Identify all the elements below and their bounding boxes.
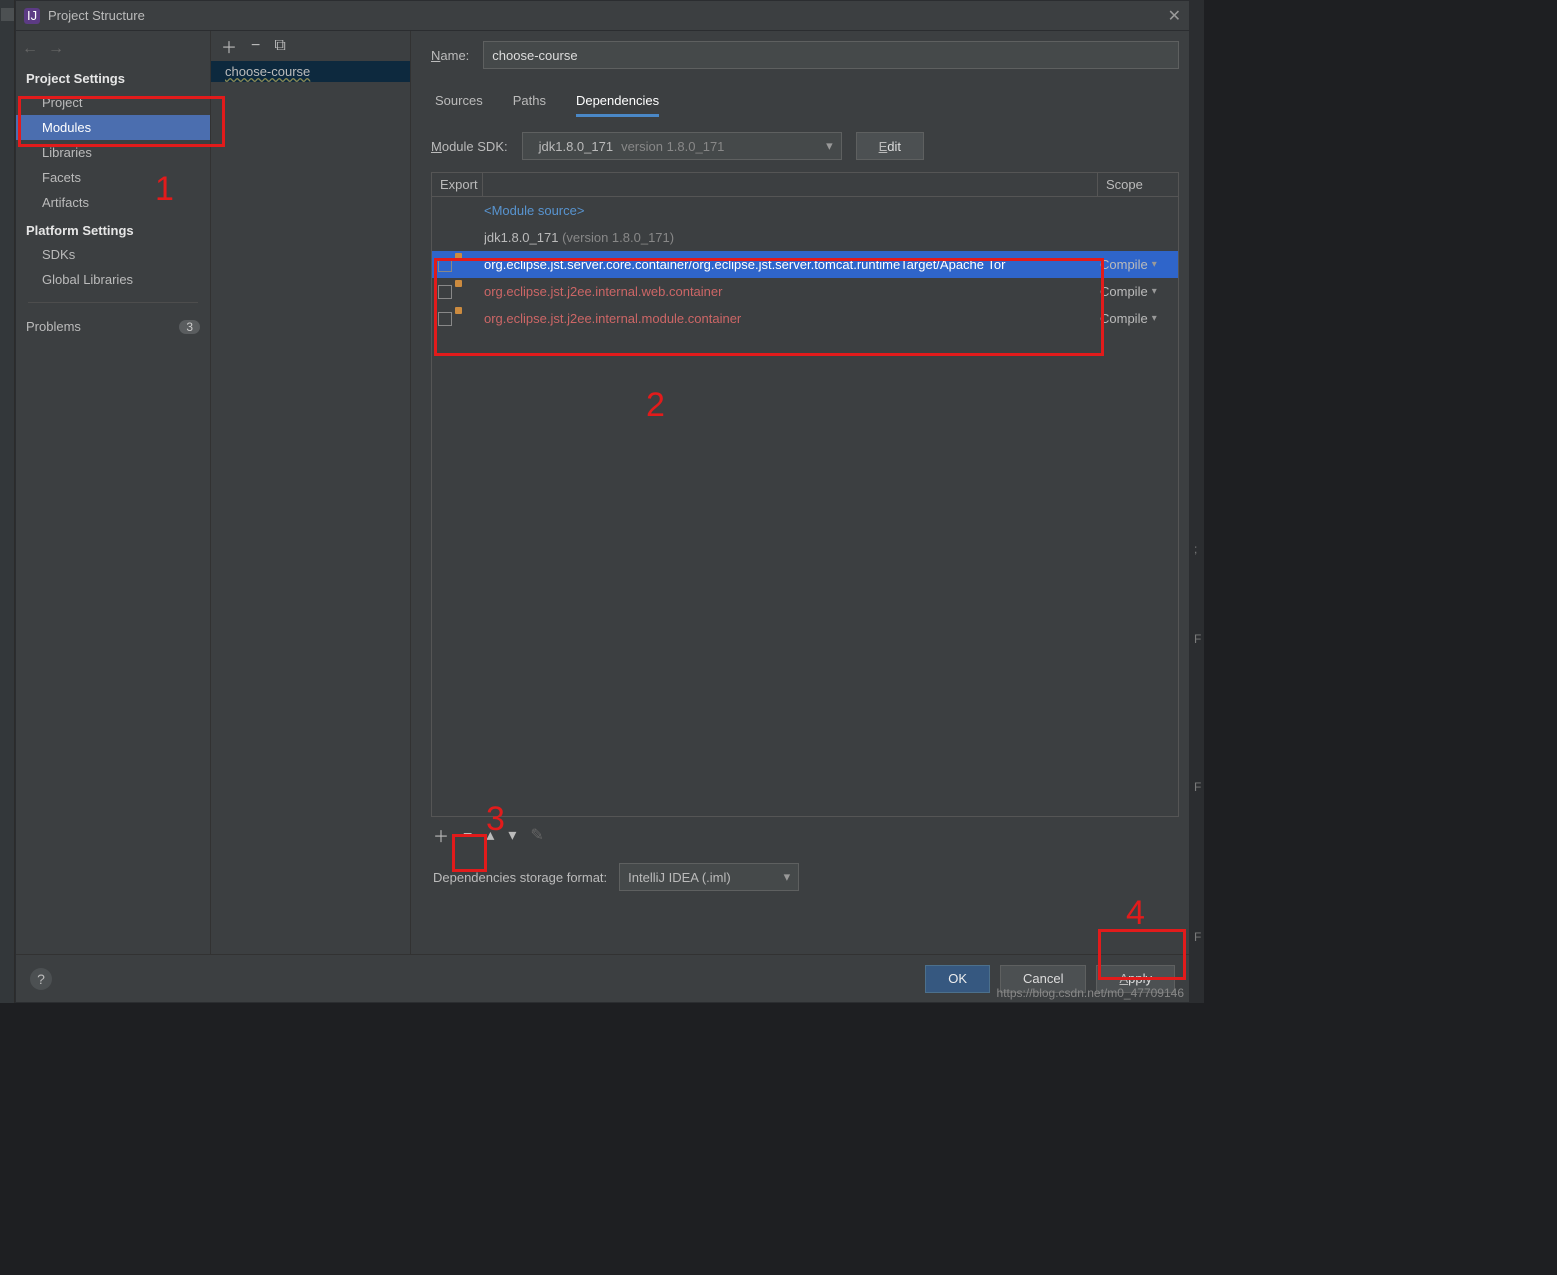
window-title: Project Structure [48, 8, 145, 23]
export-checkbox[interactable] [438, 258, 452, 272]
scope-cell[interactable]: Compile▾ [1096, 311, 1178, 326]
watermark: https://blog.csdn.net/m0_47709146 [997, 986, 1184, 1000]
library-icon [460, 258, 476, 272]
remove-module-icon[interactable]: − [251, 37, 260, 55]
sidebar-item-problems[interactable]: Problems 3 [16, 313, 210, 340]
problems-count-badge: 3 [179, 320, 200, 334]
dependencies-header: Export Scope [431, 172, 1179, 197]
dep-row-tomcat[interactable]: org.eclipse.jst.server.core.container/or… [432, 251, 1178, 278]
problems-label: Problems [26, 319, 81, 334]
storage-format-combo[interactable]: IntelliJ IDEA (.iml) ▾ [619, 863, 799, 891]
add-dep-icon[interactable]: ＋ [433, 823, 449, 847]
scope-cell[interactable]: Compile▾ [1096, 284, 1178, 299]
name-input[interactable] [483, 41, 1179, 69]
sidebar: ← → Project Settings Project Modules Lib… [16, 31, 211, 954]
library-icon [460, 285, 476, 299]
main-panel: Name: Sources Paths Dependencies Module … [411, 31, 1189, 954]
dep-text: org.eclipse.jst.j2ee.internal.module.con… [484, 311, 1088, 326]
dep-row-web-container[interactable]: org.eclipse.jst.j2ee.internal.web.contai… [432, 278, 1178, 305]
export-checkbox[interactable] [438, 285, 452, 299]
copy-module-icon[interactable]: ⧉ [274, 37, 285, 55]
folder-icon [460, 204, 476, 218]
tab-dependencies[interactable]: Dependencies [576, 87, 659, 117]
dep-row-jdk[interactable]: jdk1.8.0_171 (version 1.8.0_171) [432, 224, 1178, 251]
tabs: Sources Paths Dependencies [431, 87, 1179, 118]
sidebar-item-artifacts[interactable]: Artifacts [16, 190, 210, 215]
move-up-icon[interactable]: ▴ [486, 825, 494, 845]
module-name: choose-course [225, 64, 310, 79]
dep-text: org.eclipse.jst.j2ee.internal.web.contai… [484, 284, 1088, 299]
sidebar-item-facets[interactable]: Facets [16, 165, 210, 190]
nav-arrows: ← → [16, 35, 210, 63]
sdk-name: jdk1.8.0_171 [539, 139, 613, 154]
dep-text: org.eclipse.jst.server.core.container/or… [484, 257, 1088, 272]
add-module-icon[interactable]: ＋ [221, 34, 237, 58]
dep-row-module-container[interactable]: org.eclipse.jst.j2ee.internal.module.con… [432, 305, 1178, 332]
folder-icon [460, 231, 476, 245]
help-icon[interactable]: ? [30, 968, 52, 990]
edit-dep-icon[interactable]: ✎ [530, 825, 543, 845]
svg-text:IJ: IJ [27, 8, 37, 23]
sidebar-item-libraries[interactable]: Libraries [16, 140, 210, 165]
divider [28, 302, 198, 303]
dep-text: <Module source> [484, 203, 1088, 218]
sidebar-item-project[interactable]: Project [16, 90, 210, 115]
module-toolbar: ＋ − ⧉ [211, 31, 410, 61]
chevron-down-icon: ▾ [826, 138, 833, 154]
titlebar: IJ Project Structure ✕ [16, 1, 1189, 31]
sidebar-item-sdks[interactable]: SDKs [16, 242, 210, 267]
header-export: Export [431, 172, 483, 197]
section-platform-settings: Platform Settings [16, 215, 210, 242]
module-tree-item[interactable]: choose-course [211, 61, 410, 82]
dep-toolbar: ＋ − ▴ ▾ ✎ [431, 817, 1179, 853]
right-gutter: ; F F F [1190, 0, 1204, 1003]
library-icon [460, 312, 476, 326]
modules-column: ＋ − ⧉ choose-course [211, 31, 411, 954]
section-project-settings: Project Settings [16, 63, 210, 90]
sidebar-item-global-libraries[interactable]: Global Libraries [16, 267, 210, 292]
module-sdk-label: Module SDK: [431, 139, 508, 154]
header-spacer [483, 172, 1097, 197]
dep-text: jdk1.8.0_171 (version 1.8.0_171) [484, 230, 1088, 245]
move-down-icon[interactable]: ▾ [508, 825, 516, 845]
tab-sources[interactable]: Sources [435, 87, 483, 117]
sidebar-item-modules[interactable]: Modules [16, 115, 210, 140]
name-label: Name: [431, 48, 469, 63]
remove-dep-icon[interactable]: − [463, 826, 472, 844]
dependencies-table[interactable]: <Module source> jdk1.8.0_171 (version 1.… [431, 197, 1179, 817]
storage-label: Dependencies storage format: [433, 870, 607, 885]
chevron-down-icon: ▾ [784, 869, 791, 885]
dep-row-module-source[interactable]: <Module source> [432, 197, 1178, 224]
edit-sdk-button[interactable]: Edit [856, 132, 924, 160]
left-gutter [0, 0, 15, 1003]
dialog: IJ Project Structure ✕ ← → Project Setti… [15, 0, 1190, 1003]
tab-paths[interactable]: Paths [513, 87, 546, 117]
storage-value: IntelliJ IDEA (.iml) [628, 870, 731, 885]
close-icon[interactable]: ✕ [1168, 6, 1181, 26]
module-sdk-combo[interactable]: jdk1.8.0_171 version 1.8.0_171 ▾ [522, 132, 842, 160]
app-icon: IJ [24, 8, 40, 24]
export-checkbox[interactable] [438, 312, 452, 326]
forward-icon[interactable]: → [48, 40, 64, 58]
header-scope: Scope [1097, 172, 1179, 197]
ok-button[interactable]: OK [925, 965, 990, 993]
sdk-version: version 1.8.0_171 [621, 139, 724, 154]
scope-cell[interactable]: Compile▾ [1096, 257, 1178, 272]
back-icon[interactable]: ← [22, 40, 38, 58]
